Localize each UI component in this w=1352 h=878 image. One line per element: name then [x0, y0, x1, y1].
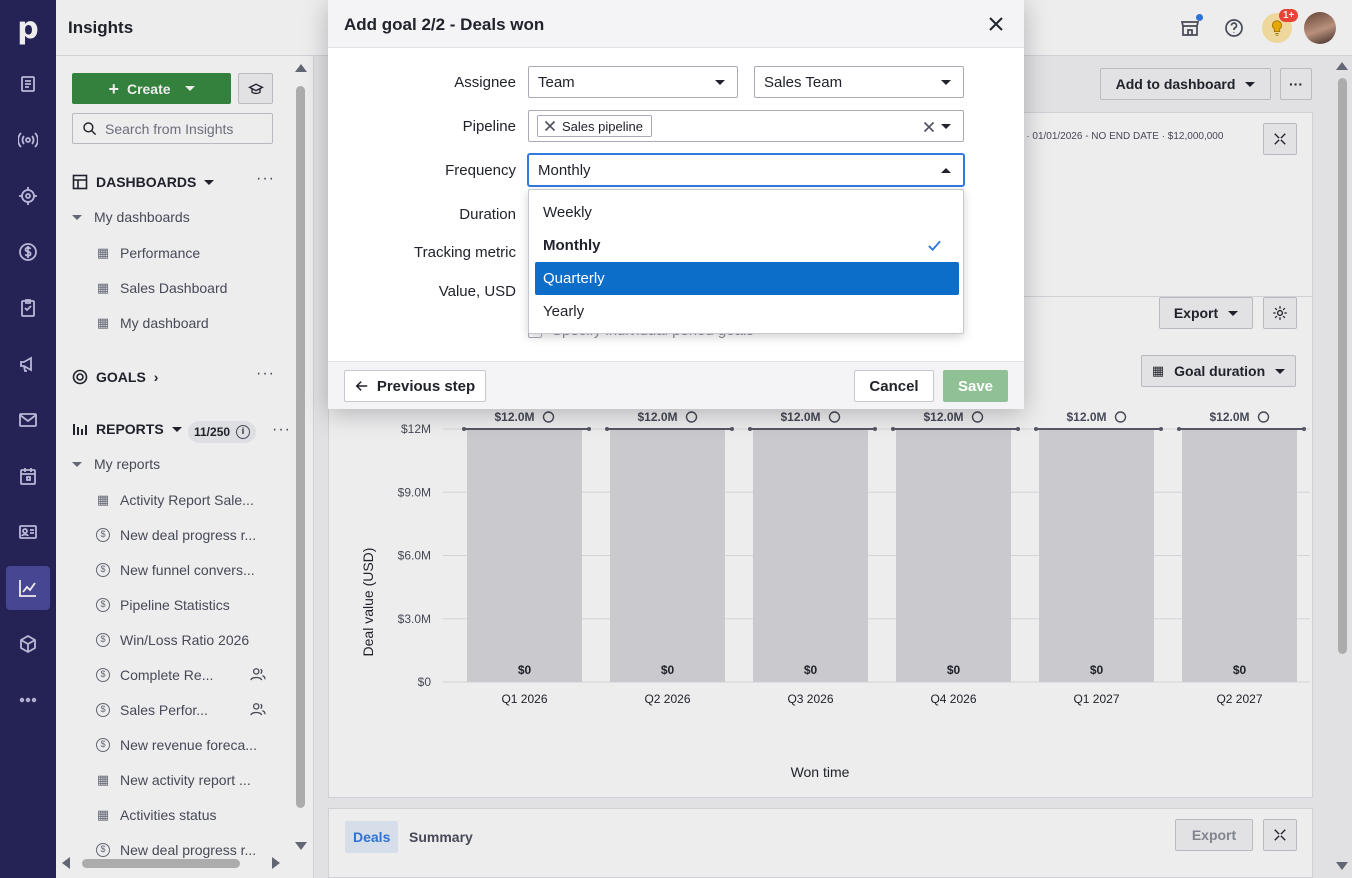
frequency-option-quarterly[interactable]: Quarterly: [535, 262, 959, 295]
option-label: Weekly: [543, 204, 592, 221]
pipeline-multiselect[interactable]: Sales pipeline: [528, 110, 964, 142]
cancel-button[interactable]: Cancel: [854, 370, 934, 402]
clear-icon[interactable]: [923, 121, 935, 133]
previous-step-button[interactable]: Previous step: [344, 370, 486, 402]
assignee-value: Sales Team: [764, 73, 843, 91]
frequency-label: Frequency: [445, 162, 516, 179]
frequency-dropdown: Weekly Monthly Quarterly Yearly: [528, 189, 964, 334]
assignee-type-value: Team: [538, 73, 575, 91]
assignee-label: Assignee: [454, 74, 516, 91]
frequency-select[interactable]: Monthly: [528, 154, 964, 186]
pipeline-chip-label: Sales pipeline: [562, 118, 643, 134]
frequency-option-monthly[interactable]: Monthly: [535, 229, 959, 262]
assignee-type-select[interactable]: Team: [528, 66, 738, 98]
chevron-down-icon: [715, 80, 725, 85]
option-label: Yearly: [543, 303, 585, 320]
close-icon[interactable]: [986, 14, 1006, 34]
remove-chip-icon[interactable]: [544, 120, 556, 132]
chevron-up-icon: [941, 168, 951, 173]
chevron-down-icon: [941, 80, 951, 85]
save-button[interactable]: Save: [943, 370, 1008, 402]
check-icon: [928, 240, 941, 252]
value-label: Value, USD: [438, 283, 516, 300]
option-label: Quarterly: [543, 270, 605, 287]
tracking-metric-label: Tracking metric: [414, 244, 516, 261]
frequency-value: Monthly: [538, 161, 591, 179]
modal-title: Add goal 2/2 - Deals won: [344, 15, 545, 34]
arrow-left-icon: [355, 381, 368, 391]
modal-header: Add goal 2/2 - Deals won: [328, 0, 1024, 48]
modal-footer: Previous step Cancel Save: [328, 361, 1024, 409]
duration-label: Duration: [459, 206, 516, 223]
previous-step-label: Previous step: [376, 377, 476, 395]
pipeline-label: Pipeline: [462, 118, 516, 135]
pipeline-chip: Sales pipeline: [537, 115, 652, 137]
assignee-select[interactable]: Sales Team: [754, 66, 964, 98]
frequency-option-weekly[interactable]: Weekly: [535, 196, 959, 229]
chevron-down-icon: [941, 124, 951, 129]
option-label: Monthly: [543, 237, 601, 254]
frequency-option-yearly[interactable]: Yearly: [535, 295, 959, 328]
